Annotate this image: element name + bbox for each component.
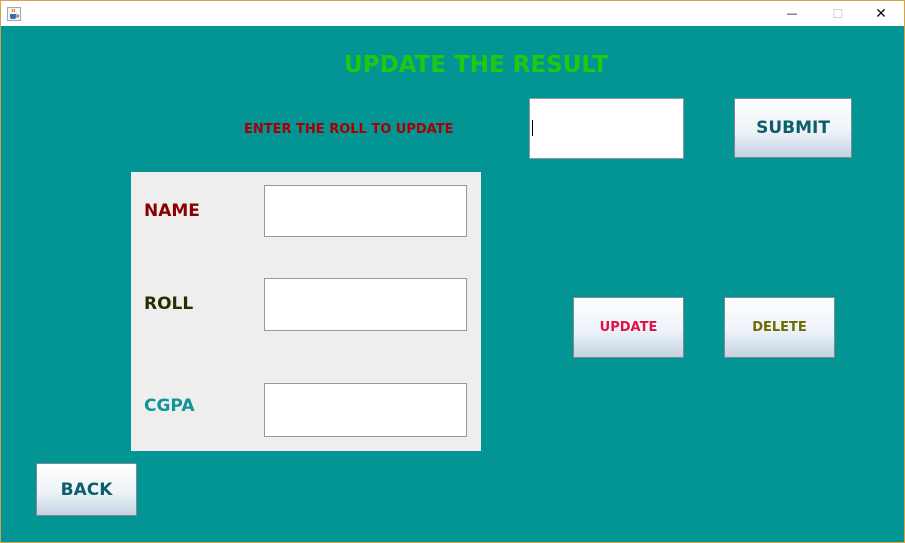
delete-button-label: DELETE bbox=[752, 320, 807, 335]
delete-button[interactable]: DELETE bbox=[724, 297, 835, 358]
submit-button[interactable]: SUBMIT bbox=[734, 98, 852, 158]
page-title: UPDATE THE RESULT bbox=[344, 52, 608, 78]
title-bar: — ☐ ✕ bbox=[1, 1, 904, 26]
close-button[interactable]: ✕ bbox=[858, 1, 904, 26]
minimize-icon: — bbox=[786, 7, 798, 20]
minimize-button[interactable]: — bbox=[769, 1, 815, 26]
java-cup-icon bbox=[7, 6, 21, 21]
roll-prompt-label: ENTER THE ROLL TO UPDATE bbox=[244, 122, 454, 137]
roll-field[interactable] bbox=[264, 278, 467, 331]
back-button-label: BACK bbox=[60, 479, 113, 500]
submit-button-label: SUBMIT bbox=[756, 118, 830, 138]
cgpa-label: CGPA bbox=[144, 396, 195, 416]
name-field[interactable] bbox=[264, 185, 467, 237]
text-caret bbox=[532, 120, 533, 136]
cgpa-field[interactable] bbox=[264, 383, 467, 437]
maximize-button[interactable]: ☐ bbox=[815, 1, 861, 26]
update-button[interactable]: UPDATE bbox=[573, 297, 684, 358]
close-icon: ✕ bbox=[875, 5, 887, 22]
student-details-panel: NAME ROLL CGPA bbox=[131, 172, 481, 451]
name-label: NAME bbox=[144, 201, 200, 221]
back-button[interactable]: BACK bbox=[36, 463, 137, 516]
roll-label: ROLL bbox=[144, 294, 194, 314]
update-button-label: UPDATE bbox=[599, 320, 658, 335]
maximize-icon: ☐ bbox=[832, 6, 844, 21]
update-result-form: UPDATE THE RESULT ENTER THE ROLL TO UPDA… bbox=[1, 26, 904, 542]
roll-search-input[interactable] bbox=[529, 98, 684, 159]
application-window: — ☐ ✕ UPDATE THE RESULT ENTER THE ROLL T… bbox=[0, 0, 905, 543]
